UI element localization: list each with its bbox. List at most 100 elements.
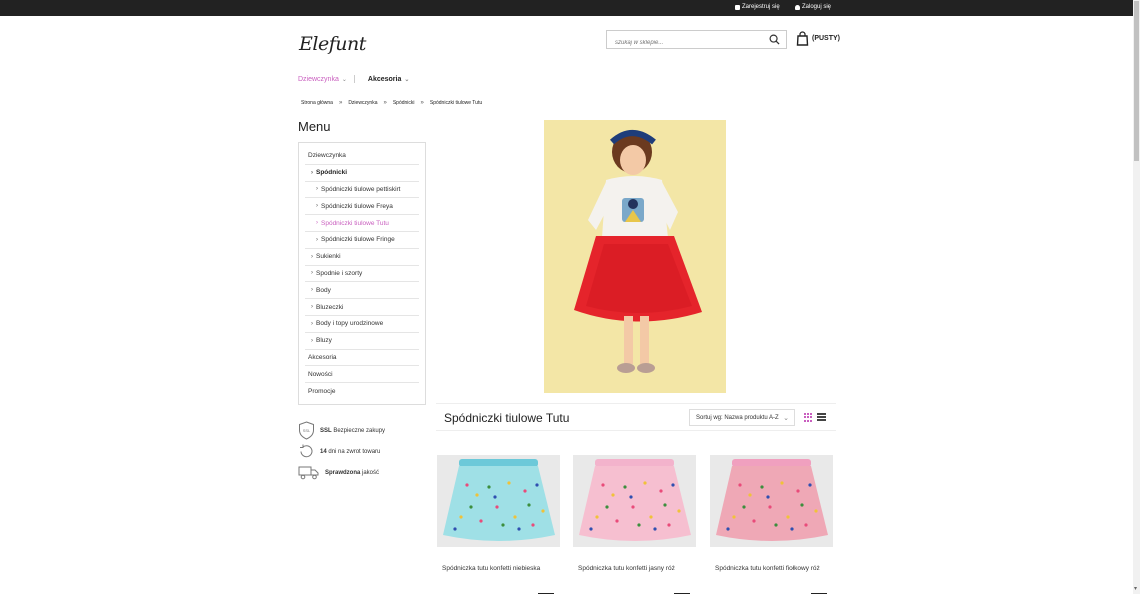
breadcrumb-home[interactable]: Strona główna [301, 100, 333, 106]
badge-quality: Sprawdzona jakość [298, 462, 385, 483]
badge-ssl: SSL SSL Bezpieczne zakupy [298, 420, 385, 441]
category-banner-image [544, 120, 726, 393]
scroll-down-arrow-icon[interactable]: ▾ [1134, 585, 1137, 592]
sidebar-item-label: Nowości [308, 370, 333, 378]
sidebar-item-spodnicki[interactable]: › Spódnicki [305, 165, 419, 182]
sidebar-item-nowosci[interactable]: Nowości [305, 366, 419, 384]
sidebar-item-freya[interactable]: › Spódniczki tiulowe Freya [305, 198, 419, 216]
nav-item-dziewczynka[interactable]: Dziewczynka ⌄ [298, 76, 347, 83]
product-name[interactable]: Spódniczka tutu konfetti fiołkowy róż [710, 565, 833, 572]
product-image-svg [710, 455, 833, 547]
breadcrumb: Strona główna » Dziewczynka » Spódnicki … [301, 100, 482, 106]
login-label: Zaloguj się [802, 4, 832, 10]
chevron-right-icon: › [311, 253, 313, 260]
badge-text: jakość [362, 469, 380, 476]
sidebar-item-label: Body i topy urodzinowe [316, 320, 384, 328]
cart-label: (PUSTY) [812, 35, 840, 42]
badge-text: dni na zwrot towaru [328, 448, 381, 455]
breadcrumb-item[interactable]: Spódnicki [393, 100, 415, 106]
logo[interactable]: Elefunt [299, 33, 366, 55]
product-name[interactable]: Spódniczka tutu konfetti jasny róż [573, 565, 696, 572]
lock-icon [735, 4, 740, 10]
sidebar-item-label: Akcesoria [308, 353, 337, 361]
page-scrollbar[interactable]: ▾ [1133, 0, 1140, 594]
badge-return: 14 dni na zwrot towaru [298, 441, 385, 462]
chevron-right-icon: › [311, 270, 313, 277]
sidebar-item-label: Spódniczki tiulowe Fringe [321, 236, 395, 244]
chevron-down-icon: ⌄ [404, 76, 410, 83]
sort-value: Sortuj wg: Nazwa produktu A-Z [696, 414, 779, 421]
scrollbar-thumb[interactable] [1134, 1, 1139, 161]
category-title: Spódniczki tiulowe Tutu [444, 411, 570, 425]
sidebar-item-body[interactable]: › Body [305, 282, 419, 300]
search-box [606, 30, 787, 52]
product-name[interactable]: Spódniczka tutu konfetti niebieska [437, 565, 560, 572]
product-image[interactable] [437, 455, 560, 547]
sidebar-item-label: Spódniczki tiulowe pettiskirt [321, 185, 401, 193]
sidebar-item-tutu[interactable]: › Spódniczki tiulowe Tutu [305, 215, 419, 232]
sidebar-item-promocje[interactable]: Promocje [305, 383, 419, 400]
shopping-bag-icon [796, 31, 809, 46]
sort-select[interactable]: Sortuj wg: Nazwa produktu A-Z ⌄ [689, 409, 795, 426]
badge-strong: SSL [320, 427, 332, 434]
sidebar-item-spodnie[interactable]: › Spodnie i szorty [305, 266, 419, 283]
double-chevron-right-icon: » [338, 100, 343, 106]
chevron-down-icon: ⌄ [341, 76, 347, 83]
return-arrow-icon [300, 444, 313, 458]
sidebar-menu: Dziewczynka › Spódnicki › Spódniczki tiulo… [298, 142, 426, 405]
search-icon[interactable] [769, 34, 780, 45]
sidebar-item-label: Spódniczki tiulowe Freya [321, 202, 393, 210]
sidebar-item-label: Sukienki [316, 253, 341, 261]
search-input[interactable] [607, 34, 762, 52]
user-icon [795, 4, 800, 10]
badge-strong: Sprawdzona [325, 469, 361, 476]
nav-label: Akcesoria [367, 75, 402, 83]
sidebar-item-bluzy[interactable]: › Bluzy [305, 333, 419, 350]
product-card[interactable]: Spódniczka tutu konfetti fiołkowy róż [710, 455, 833, 594]
login-link[interactable]: Zaloguj się [795, 4, 831, 10]
sidebar-item-label: Promocje [308, 388, 336, 396]
double-chevron-right-icon: » [383, 100, 387, 106]
sidebar-item-sukienki[interactable]: › Sukienki [305, 249, 419, 266]
sidebar-item-label: Spódniczki tiulowe Tutu [321, 219, 389, 227]
nav-item-akcesoria[interactable]: Akcesoria ⌄ [368, 76, 410, 83]
cart-button[interactable]: (PUSTY) [796, 31, 840, 46]
chevron-right-icon: › [311, 169, 313, 176]
chevron-right-icon: › [316, 203, 318, 210]
trust-badges: SSL SSL Bezpieczne zakupy 14 dni na zwro… [298, 420, 385, 483]
register-link[interactable]: Zarejestruj się [735, 4, 780, 10]
chevron-right-icon: › [311, 304, 313, 311]
chevron-right-icon: › [316, 236, 318, 243]
product-image[interactable] [573, 455, 696, 547]
breadcrumb-current: Spódniczki tiulowe Tutu [429, 100, 483, 106]
chevron-right-icon: › [311, 337, 313, 344]
list-view-icon[interactable] [817, 413, 826, 422]
sidebar-item-body-topy[interactable]: › Body i topy urodzinowe [305, 316, 419, 333]
sidebar-item-bluzeczki[interactable]: › Bluzeczki [305, 299, 419, 316]
shield-icon: SSL [299, 421, 314, 440]
chevron-right-icon: › [311, 320, 313, 327]
sidebar-item-label: Bluzeczki [316, 303, 344, 311]
sidebar-item-label: Spódnicki [316, 169, 348, 177]
sidebar-item-label: Spodnie i szorty [316, 269, 363, 277]
chevron-right-icon: › [311, 287, 313, 294]
chevron-right-icon: › [316, 186, 318, 193]
sidebar-item-dziewczynka[interactable]: Dziewczynka [305, 148, 419, 165]
sidebar-item-label: Body [316, 286, 331, 294]
sidebar-item-label: Dziewczynka [308, 152, 346, 160]
sidebar-item-pettiskirt[interactable]: › Spódniczki tiulowe pettiskirt [305, 182, 419, 199]
svg-text:SSL: SSL [303, 428, 311, 433]
chevron-down-icon: ⌄ [783, 415, 789, 422]
product-image-svg [573, 455, 696, 547]
product-card[interactable]: Spódniczka tutu konfetti niebieska [437, 455, 560, 594]
product-image-svg [437, 455, 560, 547]
sidebar-title: Menu [298, 119, 331, 134]
sidebar-item-akcesoria[interactable]: Akcesoria [305, 350, 419, 367]
product-card[interactable]: Spódniczka tutu konfetti jasny róż [573, 455, 696, 594]
product-image[interactable] [710, 455, 833, 547]
main-nav: Dziewczynka ⌄ Akcesoria ⌄ [298, 75, 409, 83]
breadcrumb-item[interactable]: Dziewczynka [348, 100, 377, 106]
grid-view-icon[interactable] [804, 413, 813, 422]
truck-icon [298, 466, 319, 480]
sidebar-item-fringe[interactable]: › Spódniczki tiulowe Fringe [305, 232, 419, 249]
